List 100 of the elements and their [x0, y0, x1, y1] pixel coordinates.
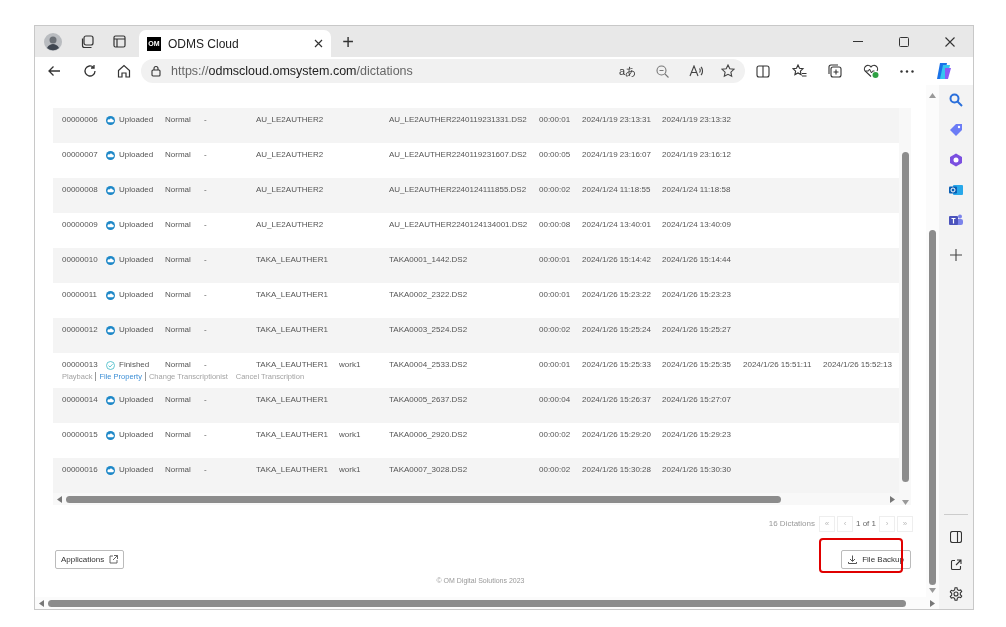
- file-name: AU_LE2AUTHER2240119231331.DS2: [389, 115, 527, 125]
- url-field[interactable]: https://odmscloud.omsystem.com/dictations: [171, 61, 609, 81]
- date-text: 2024/1/26 15:14:44: [662, 255, 731, 265]
- date-text: 2024/1/24 13:40:01: [582, 220, 651, 230]
- favorite-star-icon[interactable]: [721, 64, 735, 78]
- heartbeat-icon[interactable]: [863, 64, 879, 78]
- priority-text: Normal: [165, 360, 191, 370]
- page-horizontal-scrollbar[interactable]: [48, 599, 906, 607]
- date-text: 2024/1/24 11:18:58: [662, 185, 731, 195]
- split-screen-icon[interactable]: [756, 64, 770, 78]
- scroll-right-icon[interactable]: [930, 599, 935, 607]
- applications-button[interactable]: Applications: [55, 550, 125, 569]
- workspaces-icon[interactable]: [80, 34, 94, 49]
- tag-icon[interactable]: [949, 123, 963, 137]
- maximize-icon[interactable]: [899, 36, 909, 47]
- scroll-left-icon[interactable]: [39, 599, 44, 607]
- status-text: Uploaded: [119, 430, 154, 440]
- cloud-icon: [106, 395, 115, 405]
- table-cell: -: [204, 465, 207, 475]
- search-icon[interactable]: [949, 93, 963, 107]
- download-icon: [848, 555, 858, 564]
- date-text: 2024/1/26 15:52:13: [823, 360, 892, 370]
- table-cell: -: [204, 360, 207, 370]
- last-page-button[interactable]: »: [897, 516, 913, 532]
- priority-text: Normal: [165, 115, 191, 125]
- status-text: Uploaded: [119, 325, 154, 335]
- date-text: 2024/1/24 11:18:55: [582, 185, 651, 195]
- duration-text: 00:00:04: [539, 395, 571, 405]
- status-text: Uploaded: [119, 150, 154, 160]
- row-id: 00000016: [62, 465, 98, 475]
- tab-actions-icon[interactable]: [112, 35, 126, 48]
- author-name: TAKA_LEAUTHER1: [256, 465, 328, 475]
- vertical-scrollbar[interactable]: [901, 152, 909, 482]
- read-aloud-icon[interactable]: [689, 65, 703, 77]
- priority-text: Normal: [165, 185, 191, 195]
- first-page-button[interactable]: «: [819, 516, 835, 532]
- file-name: TAKA0005_2637.DS2: [389, 395, 468, 405]
- favorites-icon[interactable]: [791, 64, 807, 78]
- page-vertical-scrollbar[interactable]: [929, 230, 936, 585]
- status-text: Uploaded: [119, 395, 154, 405]
- sidebar-toggle-icon[interactable]: [950, 531, 962, 543]
- author-name: AU_LE2AUTHER2: [256, 115, 324, 125]
- external-link-icon[interactable]: [950, 559, 962, 571]
- table-cell: -: [204, 395, 207, 405]
- row-id: 00000010: [62, 255, 98, 265]
- row-id: 00000013: [62, 360, 98, 370]
- worktype-text: work1: [339, 465, 361, 475]
- file-name: AU_LE2AUTHER2240124134001.DS2: [389, 220, 528, 230]
- date-text: 2024/1/19 23:13:32: [662, 115, 731, 125]
- priority-text: Normal: [165, 465, 191, 475]
- table-cell: -: [204, 325, 207, 335]
- translate-button[interactable]: aあ: [618, 62, 636, 80]
- scroll-left-icon[interactable]: [57, 495, 62, 503]
- profile-avatar-icon[interactable]: [44, 32, 62, 51]
- cloud-icon: [106, 150, 115, 160]
- home-icon[interactable]: [117, 64, 131, 78]
- new-tab-button[interactable]: +: [342, 31, 354, 52]
- author-name: TAKA_LEAUTHER1: [256, 360, 328, 370]
- chat-app-icon[interactable]: [949, 213, 963, 227]
- scroll-down-icon[interactable]: [929, 588, 936, 593]
- file-name: AU_LE2AUTHER2240124111855.DS2: [389, 185, 527, 195]
- row-id: 00000006: [62, 115, 98, 125]
- priority-text: Normal: [165, 255, 191, 265]
- scroll-right-icon[interactable]: [890, 495, 895, 503]
- copilot-icon[interactable]: [934, 62, 952, 80]
- row-id: 00000015: [62, 430, 98, 440]
- file-name: TAKA0001_1442.DS2: [389, 255, 468, 265]
- mail-app-icon[interactable]: [949, 183, 963, 197]
- horizontal-scrollbar[interactable]: [66, 495, 781, 503]
- cloud-icon: [106, 185, 115, 195]
- minimize-icon[interactable]: [853, 40, 863, 43]
- back-icon[interactable]: [47, 65, 61, 77]
- date-text: 2024/1/26 15:30:28: [582, 465, 651, 475]
- file-name: TAKA0002_2322.DS2: [389, 290, 468, 300]
- status-text: Uploaded: [119, 255, 154, 265]
- settings-icon[interactable]: [949, 587, 963, 601]
- refresh-icon[interactable]: [83, 64, 97, 78]
- status-text: Uploaded: [119, 185, 154, 195]
- zoom-out-icon[interactable]: [656, 64, 669, 78]
- date-text: 2024/1/26 15:23:22: [582, 290, 651, 300]
- more-icon[interactable]: [900, 69, 914, 73]
- close-icon[interactable]: [945, 36, 955, 47]
- add-icon[interactable]: [950, 249, 962, 261]
- author-name: TAKA_LEAUTHER1: [256, 290, 328, 300]
- duration-text: 00:00:05: [539, 150, 571, 160]
- duration-text: 00:00:02: [539, 465, 571, 475]
- cloud-icon: [106, 325, 115, 335]
- hexagon-icon[interactable]: [949, 153, 963, 167]
- next-page-button[interactable]: ›: [879, 516, 895, 532]
- collections-icon[interactable]: [828, 64, 842, 78]
- scroll-up-icon[interactable]: [929, 93, 936, 98]
- scroll-down-icon[interactable]: [901, 500, 909, 505]
- duration-text: 00:00:02: [539, 325, 571, 335]
- check-circle-icon: [106, 360, 115, 370]
- lock-icon[interactable]: [151, 65, 161, 77]
- file-name: TAKA0006_2920.DS2: [389, 430, 468, 440]
- close-icon[interactable]: [314, 39, 323, 48]
- author-name: TAKA_LEAUTHER1: [256, 395, 328, 405]
- previous-page-button[interactable]: ‹: [837, 516, 853, 532]
- worktype-text: work1: [339, 430, 361, 440]
